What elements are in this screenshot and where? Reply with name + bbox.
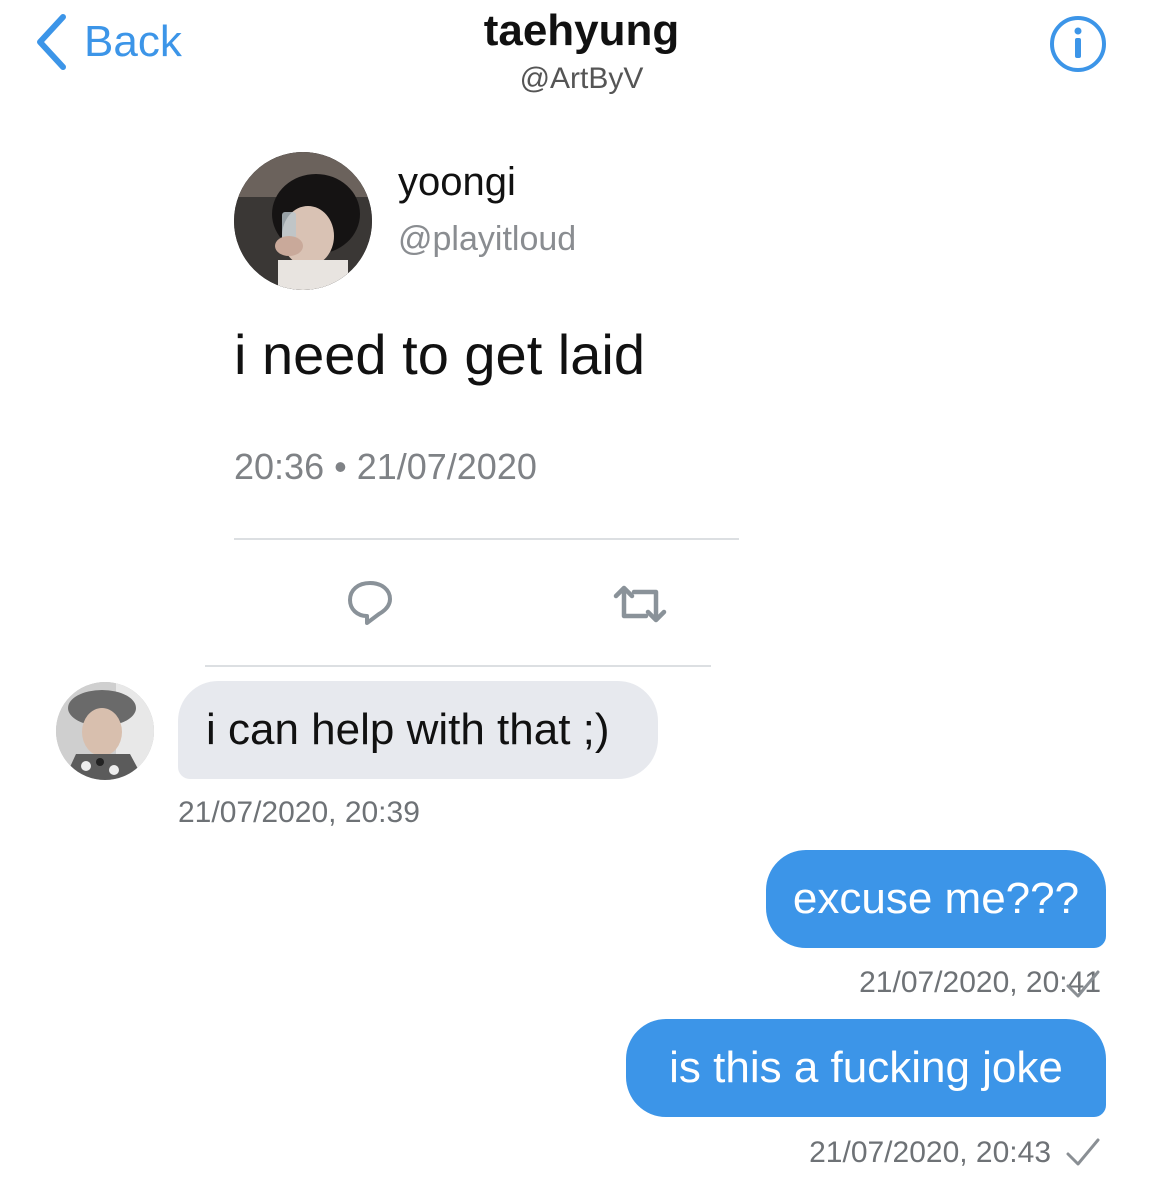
sent-message-bubble[interactable]: is this a fucking joke <box>626 1019 1106 1117</box>
retweet-icon[interactable] <box>612 582 668 626</box>
message-timestamp: 21/07/2020, 20:39 <box>178 796 420 829</box>
message-text: excuse me??? <box>792 874 1080 923</box>
message-text: i can help with that ;) <box>206 705 610 754</box>
info-button[interactable] <box>1048 14 1108 74</box>
avatar-photo <box>234 152 372 290</box>
message-text: is this a fucking joke <box>669 1043 1063 1092</box>
card-divider <box>205 665 711 667</box>
received-message-bubble[interactable]: i can help with that ;) <box>178 681 658 779</box>
info-icon <box>1050 16 1106 72</box>
sent-message-bubble[interactable]: excuse me??? <box>766 850 1106 948</box>
tweet-author-name[interactable]: yoongi <box>398 160 516 205</box>
tweet-divider <box>234 538 739 540</box>
tweet-text: i need to get laid <box>234 323 645 386</box>
conversation-title: taehyung <box>483 6 680 55</box>
tweet-author-username[interactable]: @playitloud <box>398 220 576 259</box>
message-timestamp: 21/07/2020, 20:43 <box>809 1136 1051 1169</box>
sender-avatar[interactable] <box>56 682 154 780</box>
checkmark-icon <box>1064 1136 1102 1170</box>
avatar-photo <box>56 682 154 780</box>
reply-icon[interactable] <box>345 578 395 628</box>
tweet-author-avatar[interactable] <box>234 152 372 290</box>
conversation-handle: @ArtByV <box>519 62 644 95</box>
checkmark-icon <box>1064 968 1102 1002</box>
tweet-timestamp: 20:36 • 21/07/2020 <box>234 446 537 487</box>
